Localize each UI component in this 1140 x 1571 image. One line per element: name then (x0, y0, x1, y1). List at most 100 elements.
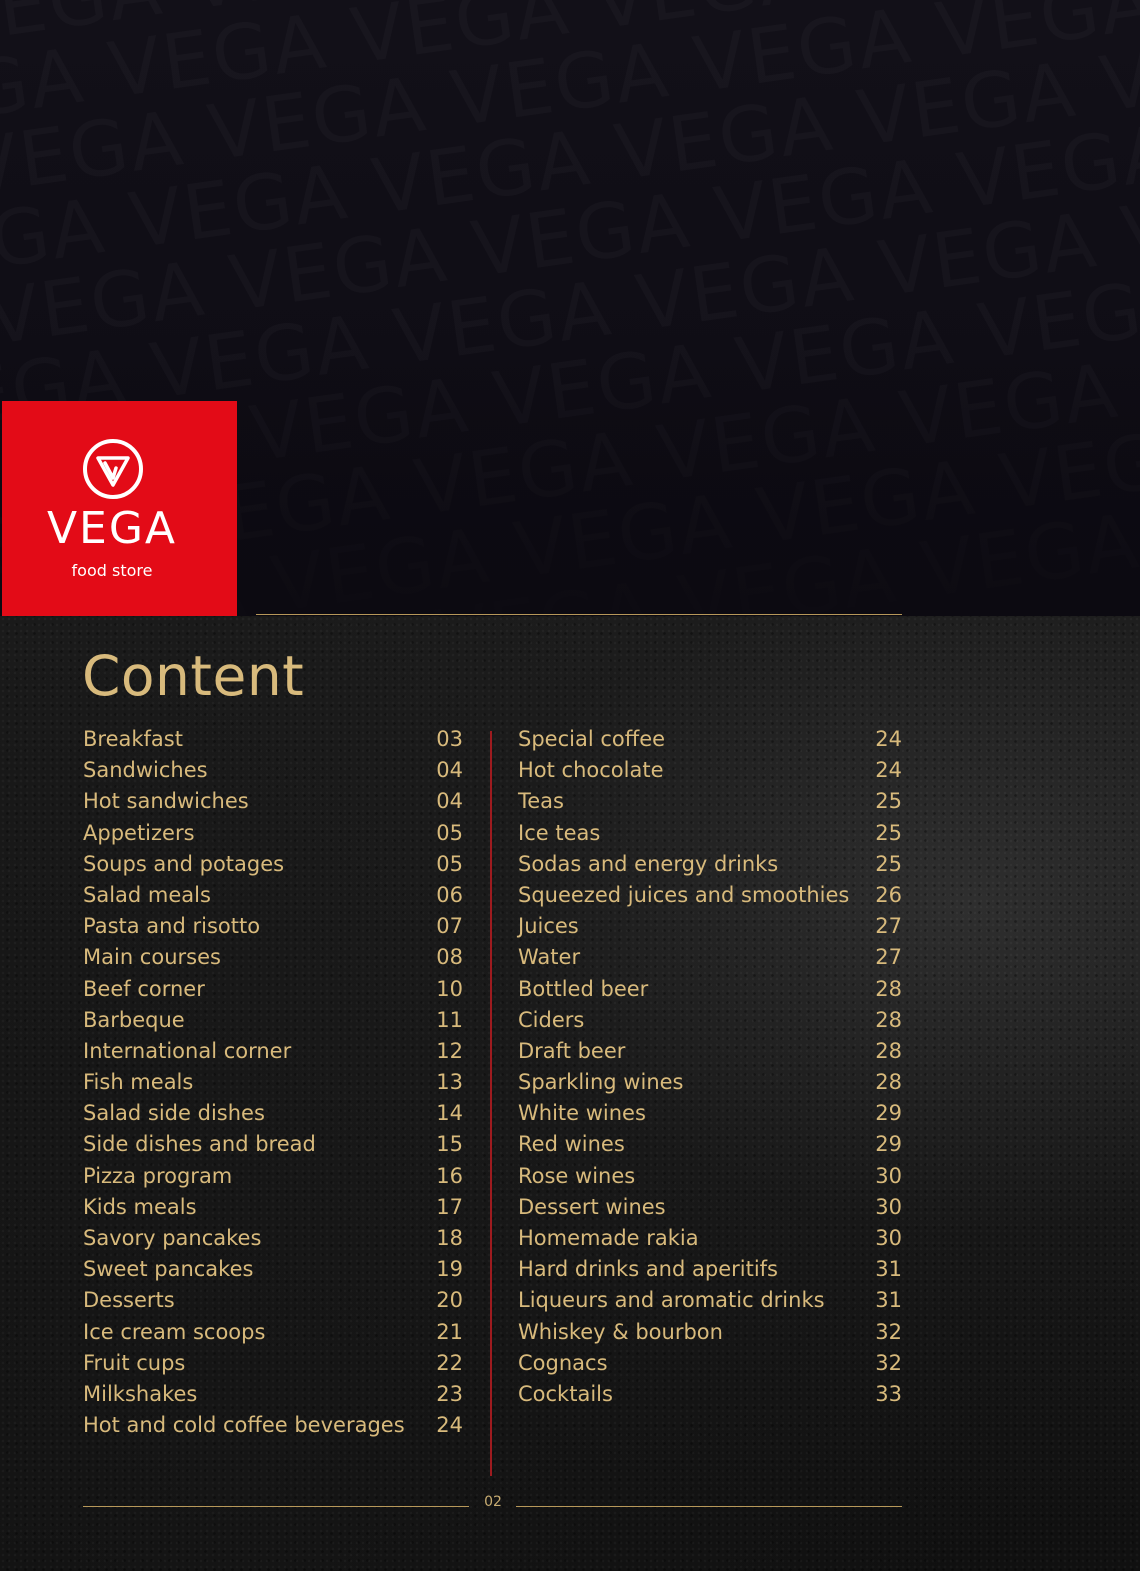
toc-entry-page: 14 (436, 1101, 463, 1126)
toc-entry-page: 18 (436, 1226, 463, 1250)
toc-entry-label: Pizza program (83, 1163, 233, 1188)
toc-entry-label: Breakfast (83, 727, 183, 751)
toc-entry-label: Savory pancakes (83, 1226, 262, 1250)
toc-entry-page: 28 (875, 1038, 902, 1063)
toc-entry: White wines 29 (518, 1098, 902, 1129)
toc-entry: Cocktails 33 (518, 1379, 902, 1410)
toc-entry-label: Water (518, 945, 581, 970)
toc-entry-label: Whiskey & bourbon (518, 1319, 723, 1344)
toc-entry-page: 05 (436, 851, 463, 876)
toc-entry: Red wines 29 (518, 1129, 902, 1160)
brand-tagline: food store (71, 561, 153, 580)
toc-entry-page: 25 (875, 820, 902, 845)
toc-entry: Sandwiches 04 (83, 755, 463, 786)
toc-entry-page: 17 (436, 1194, 463, 1219)
toc-entry: Cognacs 32 (518, 1348, 902, 1379)
toc-entry: Salad side dishes 14 (83, 1098, 463, 1129)
toc-entry: Homemade rakia 30 (518, 1223, 902, 1254)
toc-entry-page: 12 (436, 1038, 463, 1063)
toc-entry: Milkshakes 23 (83, 1379, 463, 1410)
toc-entry-label: Bottled beer (518, 976, 649, 1001)
toc-entry-label: Hot chocolate (518, 758, 664, 783)
toc-entry-page: 03 (436, 727, 463, 751)
toc-entry-label: Hot and cold coffee beverages (83, 1413, 405, 1438)
toc-entry: Hot and cold coffee beverages 24 (83, 1410, 463, 1441)
toc-entry: Hard drinks and aperitifs 31 (518, 1254, 902, 1285)
toc-entry-label: Ciders (518, 1007, 585, 1032)
toc-entry-page: 15 (436, 1132, 463, 1157)
toc-entry: Dessert wines 30 (518, 1192, 902, 1223)
toc-entry-page: 19 (436, 1257, 463, 1282)
toc-entry-page: 16 (436, 1163, 463, 1188)
toc-entry-page: 32 (875, 1350, 902, 1375)
toc-entry-label: Side dishes and bread (83, 1132, 316, 1157)
toc-entry: Whiskey & bourbon 32 (518, 1317, 902, 1348)
toc-entry-label: Squeezed juices and smoothies (518, 882, 850, 907)
toc-entry-label: Fruit cups (83, 1350, 186, 1375)
toc-entry: Barbeque 11 (83, 1005, 463, 1036)
toc-entry: Ciders 28 (518, 1005, 902, 1036)
toc-entry-page: 30 (875, 1194, 902, 1219)
toc-entry-label: Beef corner (83, 976, 205, 1001)
brand-logo: VEGA food store (2, 401, 237, 616)
toc-entry-page: 28 (875, 976, 902, 1001)
toc-entry-page: 07 (436, 914, 463, 939)
toc-entry-label: Sparkling wines (518, 1070, 684, 1095)
column-divider (490, 731, 492, 1476)
toc-entry-label: Hard drinks and aperitifs (518, 1257, 778, 1282)
toc-entry-page: 21 (436, 1319, 463, 1344)
toc-entry: Side dishes and bread 15 (83, 1129, 463, 1160)
toc-entry: Salad meals 06 (83, 880, 463, 911)
toc-entry: Hot chocolate 24 (518, 755, 902, 786)
toc-entry-page: 05 (436, 820, 463, 845)
toc-entry-page: 08 (436, 945, 463, 970)
toc-entry-label: Sandwiches (83, 758, 208, 783)
page-title: Content (82, 644, 305, 708)
toc-entry-label: Barbeque (83, 1007, 185, 1032)
toc-entry-page: 04 (436, 789, 463, 814)
toc-entry-page: 11 (436, 1007, 463, 1032)
toc-entry-page: 25 (875, 789, 902, 814)
toc-entry-page: 33 (875, 1381, 902, 1406)
toc-entry-page: 30 (875, 1226, 902, 1250)
toc-entry-label: Hot sandwiches (83, 789, 249, 814)
toc-entry-label: Salad side dishes (83, 1101, 265, 1126)
toc-entry-label: Pasta and risotto (83, 914, 261, 939)
toc-entry: Appetizers 05 (83, 818, 463, 849)
toc-entry-label: Cocktails (518, 1381, 613, 1406)
toc-entry-label: Kids meals (83, 1194, 197, 1219)
toc-entry: Water 27 (518, 942, 902, 973)
toc-entry: Pasta and risotto 07 (83, 911, 463, 942)
toc-entry-label: Special coffee (518, 727, 666, 751)
toc-entry-page: 32 (875, 1319, 902, 1344)
vega-emblem-icon (83, 439, 143, 499)
brand-wordmark: VEGA (46, 503, 178, 554)
toc-entry-page: 31 (875, 1288, 902, 1313)
toc-entry-page: 24 (436, 1413, 463, 1438)
toc-entry: Kids meals 17 (83, 1192, 463, 1223)
toc-entry-label: International corner (83, 1038, 292, 1063)
toc-entry: Juices 27 (518, 911, 902, 942)
toc-column-right: Special coffee 24 Hot chocolate 24 Teas 25 Ice… (518, 724, 902, 1410)
toc-entry: Ice cream scoops 21 (83, 1317, 463, 1348)
toc-entry-page: 25 (875, 851, 902, 876)
toc-entry: Beef corner 10 (83, 974, 463, 1005)
toc-entry-page: 23 (436, 1381, 463, 1406)
toc-entry: International corner 12 (83, 1036, 463, 1067)
toc-entry-label: Homemade rakia (518, 1226, 699, 1250)
toc-entry: Ice teas 25 (518, 818, 902, 849)
toc-entry-page: 13 (436, 1070, 463, 1095)
toc-entry: Sparkling wines 28 (518, 1067, 902, 1098)
header-divider-line (256, 614, 902, 615)
toc-entry-label: Teas (518, 789, 564, 814)
toc-entry-label: White wines (518, 1101, 646, 1126)
toc-entry-page: 24 (875, 727, 902, 751)
toc-entry: Main courses 08 (83, 942, 463, 973)
toc-entry-label: Appetizers (83, 820, 195, 845)
toc-entry-page: 20 (436, 1288, 463, 1313)
toc-entry: Breakfast 03 (83, 724, 463, 755)
toc-entry: Liqueurs and aromatic drinks 31 (518, 1285, 902, 1316)
toc-entry: Bottled beer 28 (518, 974, 902, 1005)
toc-entry-page: 28 (875, 1007, 902, 1032)
toc-entry-page: 28 (875, 1070, 902, 1095)
